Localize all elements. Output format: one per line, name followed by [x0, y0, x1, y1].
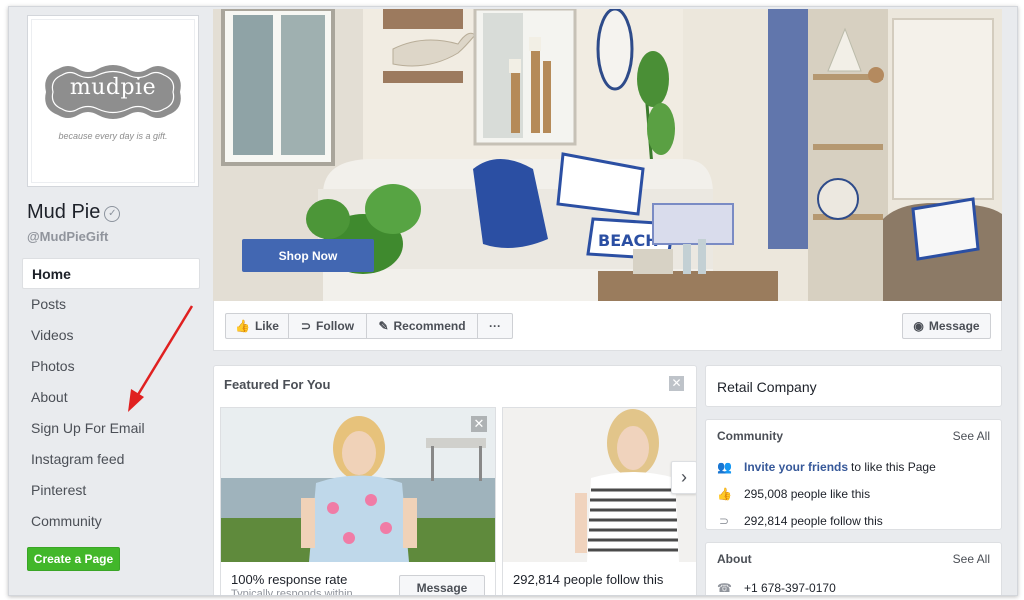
- friends-icon: 👥: [717, 460, 732, 474]
- nav-item-instagram-feed[interactable]: Instagram feed: [22, 444, 200, 475]
- featured-image-striped-tee: [503, 408, 696, 562]
- invite-friends-link[interactable]: Invite your friends: [744, 460, 848, 474]
- nav-item-photos[interactable]: Photos: [22, 351, 200, 382]
- primary-actions: 👍 Like ⊃ Follow ✎ Recommend ···: [225, 313, 513, 339]
- follows-count: 292,814 people follow this: [744, 514, 883, 528]
- page-name-text: Mud Pie: [27, 201, 101, 223]
- featured-title: Featured For You: [224, 377, 331, 392]
- follow-button[interactable]: ⊃ Follow: [289, 313, 367, 339]
- recommend-label: Recommend: [393, 319, 466, 333]
- messenger-icon: ◉: [913, 319, 924, 333]
- recommend-button[interactable]: ✎ Recommend: [367, 313, 478, 339]
- community-see-all-link[interactable]: See All: [953, 429, 990, 443]
- featured-caption: 100% response rate: [231, 572, 348, 587]
- about-title: About: [717, 552, 752, 566]
- left-column: mudpie because every day is a gift. Mud …: [9, 7, 212, 595]
- rss-icon: ⊃: [300, 319, 312, 333]
- follows-row: ⊃ 292,814 people follow this: [717, 514, 883, 528]
- follow-label: Follow: [316, 319, 355, 333]
- message-button[interactable]: ◉ Message: [902, 313, 991, 339]
- logo-badge: mudpie: [38, 61, 188, 123]
- message-label: Message: [928, 319, 980, 333]
- featured-image-flamingo-top: ✕: [221, 408, 495, 562]
- thumbs-up-icon: 👍: [717, 487, 732, 501]
- phone-icon: ☎: [717, 581, 732, 595]
- logo-wordmark: mudpie: [69, 75, 157, 100]
- pillow-text: BEACH: [598, 231, 659, 250]
- chevron-right-icon[interactable]: ›: [671, 461, 696, 494]
- likes-count: 295,008 people like this: [744, 487, 871, 501]
- nav-item-posts[interactable]: Posts: [22, 289, 200, 320]
- about-card: About See All ☎ +1 678-397-0170: [705, 542, 1002, 595]
- shop-now-button[interactable]: Shop Now: [242, 239, 374, 272]
- nav-item-home[interactable]: Home: [22, 258, 200, 289]
- rss-icon: ⊃: [718, 514, 730, 528]
- mudpie-logo: mudpie because every day is a gift.: [31, 19, 195, 183]
- more-options-button[interactable]: ···: [478, 313, 513, 339]
- featured-message-button[interactable]: Message: [399, 575, 485, 595]
- phone-number[interactable]: +1 678-397-0170: [744, 581, 836, 595]
- invite-friends-text: to like this Page: [851, 460, 936, 474]
- page-username[interactable]: @MudPieGift: [27, 229, 108, 244]
- speech-bubble-icon: ✎: [378, 319, 389, 333]
- phone-row: ☎ +1 678-397-0170: [717, 581, 836, 595]
- invite-friends-row: 👥 Invite your friends to like this Page: [717, 460, 936, 474]
- about-see-all-link[interactable]: See All: [953, 552, 990, 566]
- thumbs-up-icon: 👍: [235, 319, 250, 333]
- page-category[interactable]: Retail Company: [717, 379, 817, 395]
- featured-item[interactable]: ✕ 100% response rate Typically responds …: [220, 407, 496, 596]
- like-label: Like: [254, 319, 279, 333]
- close-icon[interactable]: ✕: [471, 416, 487, 432]
- community-title: Community: [717, 429, 783, 443]
- featured-for-you-card: Featured For You ✕ ✕ 100% response rate …: [213, 365, 697, 596]
- nav-item-community[interactable]: Community: [22, 506, 200, 537]
- likes-row: 👍 295,008 people like this: [717, 487, 870, 501]
- page-nav: Home Posts Videos Photos About Sign Up F…: [22, 258, 200, 537]
- featured-subcaption: Typically responds within: [231, 588, 353, 596]
- page-title[interactable]: Mud Pie ✓: [27, 201, 121, 224]
- community-card: Community See All 👥 Invite your friends …: [705, 419, 1002, 530]
- nav-item-about[interactable]: About: [22, 382, 200, 413]
- logo-tagline: because every day is a gift.: [58, 131, 168, 141]
- page-action-bar: 👍 Like ⊃ Follow ✎ Recommend ··· ◉ Messag…: [213, 301, 1002, 351]
- profile-picture[interactable]: mudpie because every day is a gift.: [27, 15, 199, 187]
- close-icon[interactable]: ✕: [669, 376, 684, 391]
- create-page-button[interactable]: Create a Page: [27, 547, 120, 571]
- verified-check-icon: ✓: [104, 205, 121, 222]
- cover-photo[interactable]: BEACH Shop Now: [213, 9, 1002, 301]
- category-card: Retail Company: [705, 365, 1002, 407]
- nav-item-pinterest[interactable]: Pinterest: [22, 475, 200, 506]
- featured-item[interactable]: 292,814 people follow this: [502, 407, 696, 595]
- like-button[interactable]: 👍 Like: [225, 313, 289, 339]
- facebook-page-frame: mudpie because every day is a gift. Mud …: [8, 6, 1018, 596]
- nav-item-sign-up-for-email[interactable]: Sign Up For Email: [22, 413, 200, 444]
- nav-item-videos[interactable]: Videos: [22, 320, 200, 351]
- featured-caption: 292,814 people follow this: [513, 572, 664, 587]
